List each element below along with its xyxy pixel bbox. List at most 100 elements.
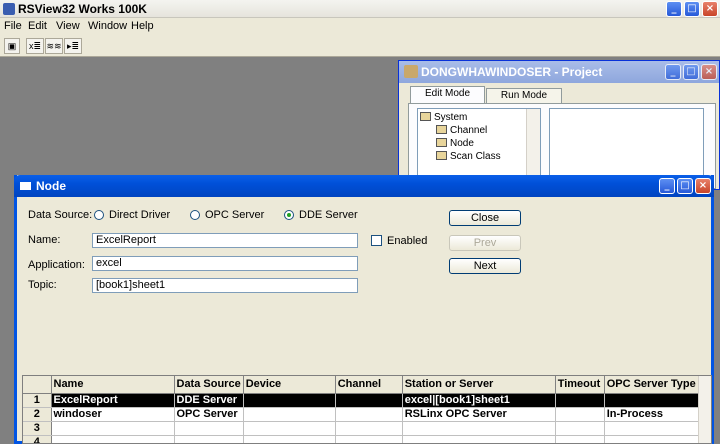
toolbar: ▣ x≣ ≋≋ ▸≣ xyxy=(0,35,720,57)
maximize-icon[interactable]: □ xyxy=(684,1,700,17)
project-icon[interactable]: ▣ xyxy=(4,38,20,54)
table-cell[interactable] xyxy=(51,435,175,443)
table-cell[interactable]: ExcelReport xyxy=(51,393,175,408)
close-icon[interactable]: × xyxy=(701,64,717,80)
table-cell[interactable]: In-Process xyxy=(604,407,704,422)
tab-run-mode[interactable]: Run Mode xyxy=(486,88,562,104)
scan-class-icon xyxy=(436,151,447,160)
topic-field[interactable]: [book1]sheet1 xyxy=(92,278,358,293)
minimize-icon[interactable]: _ xyxy=(665,64,681,80)
table-row[interactable]: 3 xyxy=(23,421,704,436)
tree-item-channel[interactable]: Channel xyxy=(436,125,487,136)
tree-item-node[interactable]: Node xyxy=(436,138,474,149)
table-cell[interactable] xyxy=(604,393,704,408)
node-icon xyxy=(436,138,447,147)
project-folder-icon xyxy=(404,65,418,78)
tab-edit-mode[interactable]: Edit Mode xyxy=(410,86,485,104)
table-cell[interactable] xyxy=(243,393,336,408)
node-table: Name Data Source Device Channel Station … xyxy=(22,375,712,444)
table-cell[interactable] xyxy=(555,421,605,436)
table-cell[interactable] xyxy=(243,435,336,443)
menu-help[interactable]: Help xyxy=(131,20,154,32)
tree-item-system[interactable]: System xyxy=(420,112,467,123)
column-header-opc-type[interactable]: OPC Server Type xyxy=(604,376,704,394)
column-header-data-source[interactable]: Data Source xyxy=(174,376,244,394)
table-cell[interactable] xyxy=(51,421,175,436)
column-header-device[interactable]: Device xyxy=(243,376,336,394)
maximize-icon[interactable]: □ xyxy=(683,64,699,80)
menu-view[interactable]: View xyxy=(56,20,80,32)
name-label: Name: xyxy=(28,234,61,246)
name-field[interactable]: ExcelReport xyxy=(92,233,358,248)
enabled-label: Enabled xyxy=(387,235,428,247)
table-cell[interactable] xyxy=(402,435,556,443)
maximize-icon[interactable]: □ xyxy=(677,178,693,194)
table-cell[interactable] xyxy=(335,421,403,436)
radio-opc-server[interactable] xyxy=(190,210,200,220)
prev-button[interactable]: Prev xyxy=(449,235,521,251)
app-title-bar: RSView32 Works 100K _ □ × xyxy=(0,0,720,18)
table-row[interactable]: 1 ExcelReport DDE Server excel|[book1]sh… xyxy=(23,393,704,408)
table-cell[interactable] xyxy=(555,393,605,408)
table-cell[interactable]: RSLinx OPC Server xyxy=(402,407,556,422)
toolbar-tool-3[interactable]: ▸≣ xyxy=(64,38,82,54)
column-header-channel[interactable]: Channel xyxy=(335,376,403,394)
topic-label: Topic: xyxy=(28,279,57,291)
direct-driver-label: Direct Driver xyxy=(109,209,171,221)
table-cell[interactable] xyxy=(555,435,605,443)
table-cell[interactable] xyxy=(335,393,403,408)
table-cell[interactable] xyxy=(243,407,336,422)
node-title-bar: Node _ □ × xyxy=(14,175,714,197)
row-number: 1 xyxy=(23,393,52,408)
channel-icon xyxy=(436,125,447,134)
radio-dde-server[interactable] xyxy=(284,210,294,220)
toolbar-tool-2[interactable]: ≋≋ xyxy=(45,38,63,54)
toolbar-tool-1[interactable]: x≣ xyxy=(26,38,44,54)
close-icon[interactable]: × xyxy=(695,178,711,194)
column-header-station[interactable]: Station or Server xyxy=(402,376,556,394)
column-header-name[interactable]: Name xyxy=(51,376,175,394)
table-cell[interactable] xyxy=(604,435,704,443)
folder-icon xyxy=(420,112,431,121)
table-cell[interactable] xyxy=(555,407,605,422)
close-icon[interactable]: × xyxy=(702,1,718,17)
application-label: Application: xyxy=(28,259,85,271)
project-window: DONGWHAWINDOSER - Project _ □ × Edit Mod… xyxy=(398,60,720,190)
table-cell[interactable] xyxy=(604,421,704,436)
table-cell[interactable] xyxy=(243,421,336,436)
minimize-icon[interactable]: _ xyxy=(659,178,675,194)
window-icon xyxy=(20,182,31,190)
table-cell[interactable]: OPC Server xyxy=(174,407,244,422)
table-scrollbar[interactable] xyxy=(698,376,711,443)
opc-server-label: OPC Server xyxy=(205,209,265,221)
node-title: Node xyxy=(36,179,66,193)
row-number: 4 xyxy=(23,435,52,443)
menu-edit[interactable]: Edit xyxy=(28,20,47,32)
row-number-header xyxy=(23,376,52,394)
project-title-bar: DONGWHAWINDOSER - Project _ □ × xyxy=(399,61,719,83)
radio-direct-driver[interactable] xyxy=(94,210,104,220)
table-cell[interactable] xyxy=(402,421,556,436)
enabled-checkbox[interactable] xyxy=(371,235,382,246)
table-header-row: Name Data Source Device Channel Station … xyxy=(23,376,704,394)
next-button[interactable]: Next xyxy=(449,258,521,274)
table-cell[interactable] xyxy=(335,435,403,443)
table-cell[interactable]: DDE Server xyxy=(174,393,244,408)
table-cell[interactable]: windoser xyxy=(51,407,175,422)
tree-item-scan-class[interactable]: Scan Class xyxy=(436,151,501,162)
table-cell[interactable]: excel|[book1]sheet1 xyxy=(402,393,556,408)
project-title: DONGWHAWINDOSER - Project xyxy=(421,65,603,79)
table-row[interactable]: 2 windoser OPC Server RSLinx OPC Server … xyxy=(23,407,704,422)
table-cell[interactable] xyxy=(174,421,244,436)
menu-window[interactable]: Window xyxy=(88,20,127,32)
table-cell[interactable] xyxy=(335,407,403,422)
column-header-timeout[interactable]: Timeout xyxy=(555,376,605,394)
table-row[interactable]: 4 xyxy=(23,435,704,443)
menu-bar: File Edit View Window Help xyxy=(0,18,720,35)
application-field[interactable]: excel xyxy=(92,256,358,271)
table-cell[interactable] xyxy=(174,435,244,443)
close-button[interactable]: Close xyxy=(449,210,521,226)
minimize-icon[interactable]: _ xyxy=(666,1,682,17)
menu-file[interactable]: File xyxy=(4,20,22,32)
app-icon xyxy=(3,3,15,15)
